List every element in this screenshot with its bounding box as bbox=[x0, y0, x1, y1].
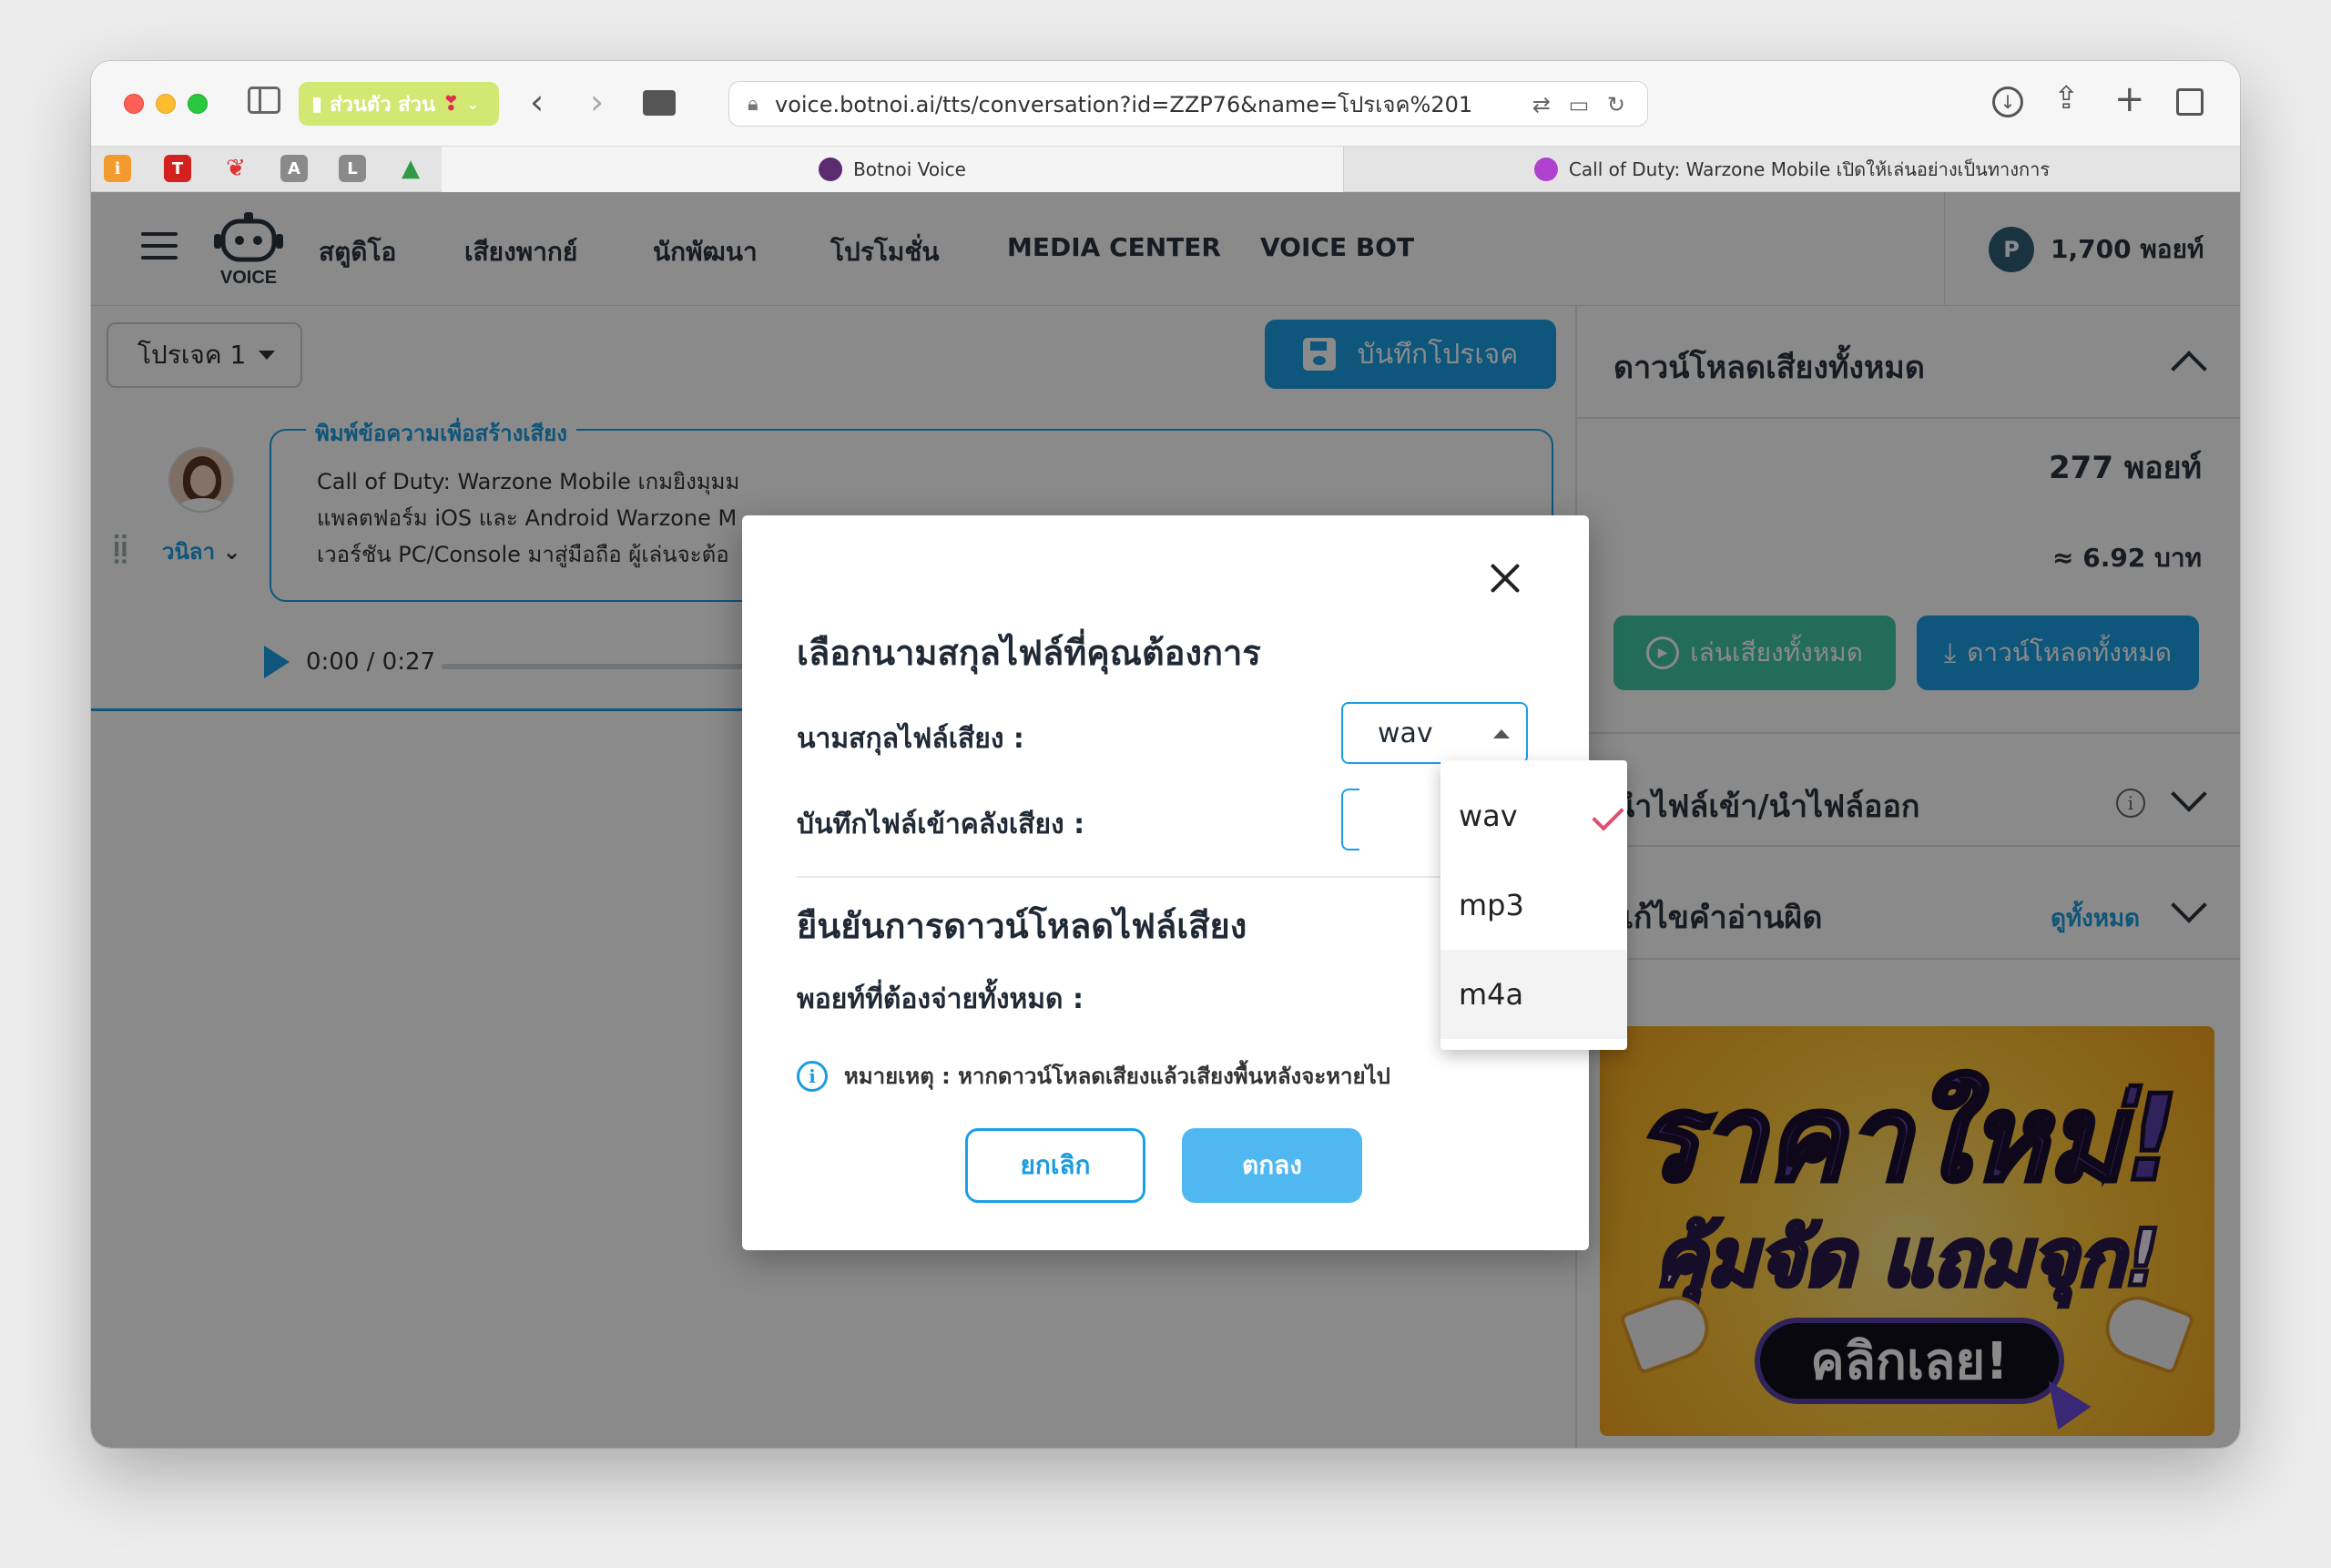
file-extension-value: wav bbox=[1378, 717, 1433, 749]
points-due-label: พอยท์ที่ต้องจ่ายทั้งหมด : bbox=[797, 983, 1084, 1015]
download-icon[interactable]: ↓ bbox=[1992, 87, 2023, 117]
minimize-window-button[interactable] bbox=[156, 94, 176, 114]
forward-icon[interactable]: › bbox=[590, 85, 604, 119]
web-page: VOICE สตูดิโอ เสียงพากย์ นักพัฒนา โปรโมช… bbox=[91, 192, 2240, 1448]
bookmark-l-icon[interactable]: L bbox=[339, 155, 366, 182]
option-mp3[interactable]: mp3 bbox=[1440, 860, 1627, 950]
google-drive-icon[interactable]: ▲ bbox=[397, 155, 424, 182]
tab-overview-icon[interactable] bbox=[2176, 88, 2204, 116]
translate-icon[interactable]: ⇄ ▭ ↻ bbox=[1532, 92, 1631, 117]
bookmark-a-icon[interactable]: A bbox=[280, 155, 308, 182]
divider bbox=[797, 876, 1534, 878]
note-text: หมายเหตุ : หากดาวน์โหลดเสียงแล้วเสียงพื้… bbox=[844, 1064, 1390, 1089]
option-label: mp3 bbox=[1459, 888, 1524, 922]
person-badge-icon: ▮ bbox=[311, 92, 323, 116]
bookmark-apple-icon[interactable]: ❦ bbox=[222, 155, 249, 182]
botnoi-favicon-icon bbox=[819, 158, 843, 181]
tab-bar: ℹ T ❦ A L ▲ Botnoi Voice Call of Duty: W… bbox=[91, 147, 2240, 192]
new-tab-icon[interactable]: + bbox=[2114, 81, 2145, 117]
share-icon[interactable]: ⇪ bbox=[2053, 83, 2080, 114]
url-text: voice.botnoi.ai/tts/conversation?id=ZZP7… bbox=[775, 91, 1473, 117]
ok-button[interactable]: ตกลง bbox=[1182, 1128, 1362, 1203]
option-m4a[interactable]: m4a bbox=[1440, 950, 1627, 1039]
download-note: i หมายเหตุ : หากดาวน์โหลดเสียงแล้วเสียงพ… bbox=[797, 1058, 1390, 1094]
tab-call-of-duty[interactable]: Call of Duty: Warzone Mobile เปิดให้เล่น… bbox=[1343, 147, 2240, 192]
profile-button[interactable]: ▮ ส่วนตัว ส่วน ❣ ⌄ bbox=[299, 82, 499, 126]
save-to-library-select[interactable] bbox=[1341, 789, 1359, 850]
caret-up-icon bbox=[1493, 729, 1510, 738]
browser-titlebar: ▮ ส่วนตัว ส่วน ❣ ⌄ ‹ › 🔒︎ voice.botnoi.a… bbox=[91, 61, 2240, 147]
lock-icon: 🔒︎ bbox=[748, 93, 758, 116]
info-icon: i bbox=[797, 1060, 828, 1092]
cancel-button[interactable]: ยกเลิก bbox=[965, 1128, 1145, 1203]
browser-window: ▮ ส่วนตัว ส่วน ❣ ⌄ ‹ › 🔒︎ voice.botnoi.a… bbox=[91, 61, 2240, 1448]
bookmark-icon[interactable]: ℹ bbox=[104, 155, 131, 182]
bookmark-t-icon[interactable]: T bbox=[164, 155, 191, 182]
profile-label: ส่วนตัว ส่วน bbox=[330, 93, 436, 117]
tab-botnoi-voice[interactable]: Botnoi Voice bbox=[442, 147, 1343, 192]
purple-favicon-icon bbox=[1533, 158, 1558, 181]
chevron-down-icon: ⌄ bbox=[466, 95, 479, 113]
checkmark-icon bbox=[1592, 799, 1624, 831]
save-to-library-label: บันทึกไฟล์เข้าคลังเสียง : bbox=[797, 809, 1085, 840]
option-label: m4a bbox=[1459, 977, 1524, 1012]
option-wav[interactable]: wav bbox=[1440, 771, 1627, 860]
zoom-window-button[interactable] bbox=[188, 94, 208, 114]
file-extension-dropdown: wav mp3 m4a bbox=[1440, 760, 1627, 1050]
tab-label: Botnoi Voice bbox=[853, 158, 966, 180]
confirm-download-title: ยืนยันการดาวน์โหลดไฟล์เสียง bbox=[797, 906, 1247, 946]
file-extension-select[interactable]: wav bbox=[1341, 702, 1528, 764]
back-icon[interactable]: ‹ bbox=[530, 85, 544, 119]
dialog-title: เลือกนามสกุลไฟล์ที่คุณต้องการ bbox=[797, 633, 1261, 673]
close-window-button[interactable] bbox=[124, 94, 144, 114]
address-bar[interactable]: 🔒︎ voice.botnoi.ai/tts/conversation?id=Z… bbox=[728, 81, 1648, 127]
close-icon[interactable] bbox=[1483, 555, 1529, 601]
sidebar-toggle-icon[interactable] bbox=[248, 87, 280, 114]
file-extension-label: นามสกุลไฟล์เสียง : bbox=[797, 723, 1024, 755]
tab-label: Call of Duty: Warzone Mobile เปิดให้เล่น… bbox=[1568, 158, 2051, 180]
option-label: wav bbox=[1459, 799, 1518, 833]
heart-icon: ❣ bbox=[443, 92, 460, 116]
folder-icon[interactable] bbox=[643, 90, 676, 116]
